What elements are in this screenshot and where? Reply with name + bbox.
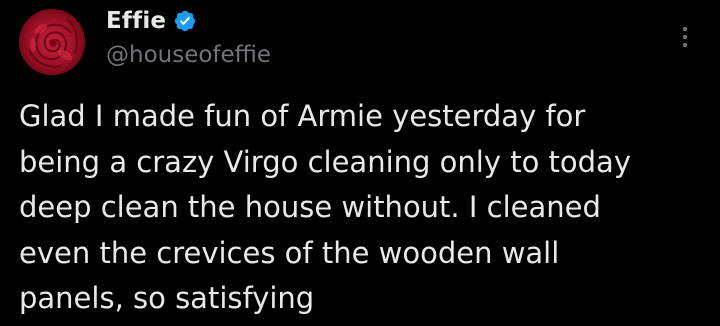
more-options-icon[interactable] — [676, 24, 694, 50]
tweet-text: Glad I made fun of Armie yesterday for b… — [19, 99, 631, 315]
rose-avatar-image — [19, 9, 85, 75]
verified-badge-icon — [173, 9, 197, 33]
tweet-author: Effie @houseofeffie — [106, 4, 271, 68]
name-row: Effie — [106, 4, 271, 38]
avatar[interactable] — [19, 9, 85, 75]
user-handle[interactable]: @houseofeffie — [106, 42, 271, 68]
display-name[interactable]: Effie — [106, 8, 166, 34]
tweet: Effie @houseofeffie Glad I made fun of A… — [0, 0, 720, 326]
